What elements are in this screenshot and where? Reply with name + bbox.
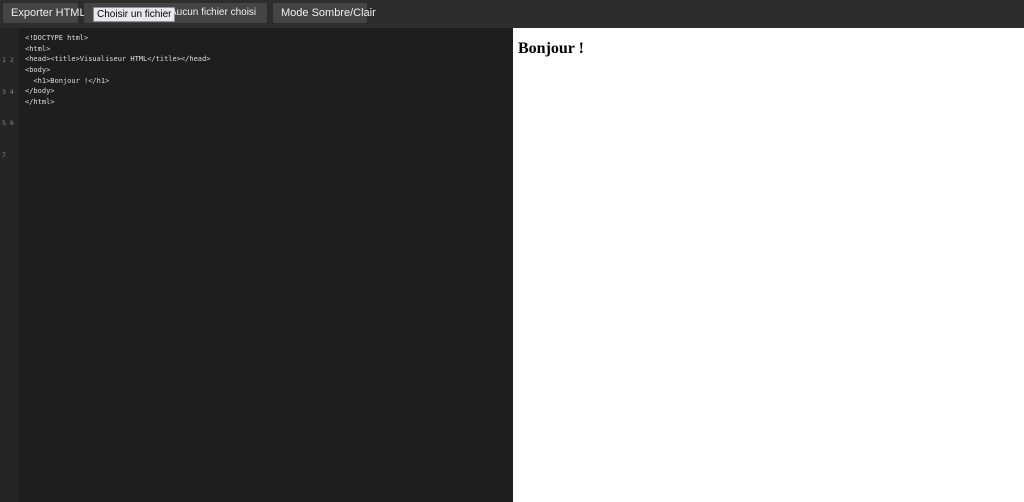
export-html-button[interactable]: Exporter HTML (3, 3, 86, 23)
code-editor[interactable]: 1 2 3 4 5 6 7 <!DOCTYPE html> <html> <he… (0, 28, 513, 502)
toolbar: Exporter HTML Choisir un fichier Aucun f… (0, 0, 1024, 28)
code-line: </html> (25, 98, 55, 107)
preview-pane: Bonjour ! (513, 28, 1024, 502)
code-line: <body> (25, 66, 51, 75)
preview-heading: Bonjour ! (518, 40, 584, 57)
line-number-row: 1 2 (2, 56, 14, 64)
choose-file-button[interactable]: Choisir un fichier (93, 7, 176, 22)
code-line: <!DOCTYPE html> (25, 34, 89, 42)
code-text[interactable]: <!DOCTYPE html> <html> <head><title>Visu… (25, 33, 210, 108)
line-number-row: 3 4 (2, 87, 14, 96)
file-input[interactable]: Choisir un fichier Aucun fichier choisi (84, 3, 267, 23)
line-number-row: 5 6 (2, 119, 14, 127)
code-line: <head><title>Visualiseur HTML</title></h… (25, 55, 211, 64)
code-line: <html> (25, 44, 51, 53)
theme-toggle-button[interactable]: Mode Sombre/Clair (273, 3, 376, 23)
file-status-text: Aucun fichier choisi (170, 7, 257, 18)
line-numbers: 1 2 3 4 5 6 7 (2, 34, 18, 181)
code-line: <h1>Bonjour !</h1> (25, 76, 110, 85)
code-line: </body> (25, 87, 55, 96)
line-number-gutter: 1 2 3 4 5 6 7 (0, 28, 19, 502)
line-number-row: 7 (2, 150, 6, 159)
